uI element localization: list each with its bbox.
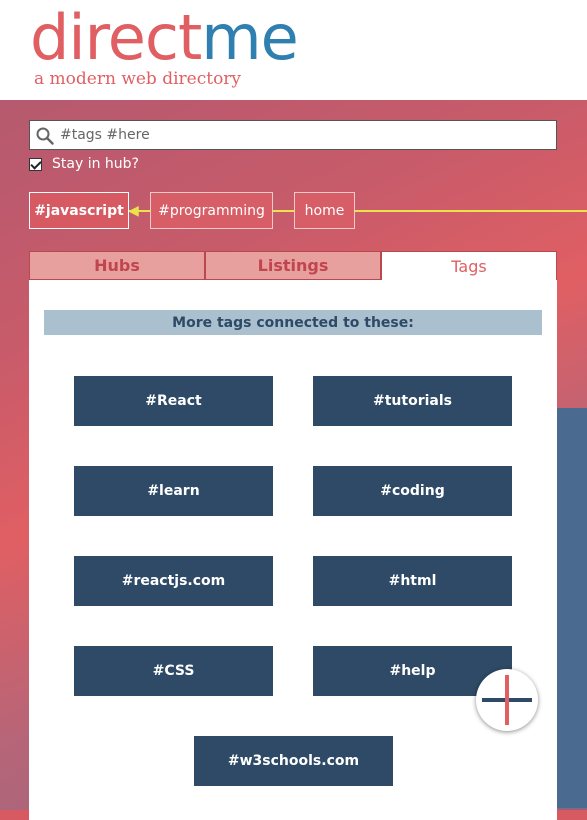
stay-in-hub[interactable]: Stay in hub? xyxy=(29,155,139,173)
logo-part1: direct xyxy=(30,1,202,74)
breadcrumb-item-home[interactable]: home xyxy=(294,192,355,229)
tag-button-reactjs[interactable]: #reactjs.com xyxy=(74,556,273,606)
search-box xyxy=(29,120,557,150)
tagline: a modern web directory xyxy=(34,69,242,89)
breadcrumb-arrow-icon: ◀ xyxy=(128,203,139,219)
tab-bar: Hubs Listings Tags xyxy=(29,251,557,280)
header: directme a modern web directory xyxy=(0,0,587,100)
tag-button-css[interactable]: #CSS xyxy=(74,646,273,696)
add-icon-vertical xyxy=(505,675,509,725)
decorative-strip xyxy=(557,408,587,808)
search-icon xyxy=(36,127,54,145)
tab-hubs[interactable]: Hubs xyxy=(29,251,205,280)
add-button[interactable] xyxy=(476,669,538,731)
stay-in-hub-label: Stay in hub? xyxy=(52,156,139,172)
logo[interactable]: directme xyxy=(30,1,299,74)
tag-button-tutorials[interactable]: #tutorials xyxy=(313,376,512,426)
logo-part2: me xyxy=(201,1,299,74)
stay-in-hub-checkbox[interactable] xyxy=(29,157,42,171)
content-panel: Hubs Listings Tags More tags connected t… xyxy=(29,251,557,820)
search-input[interactable] xyxy=(60,121,550,149)
tab-tags[interactable]: Tags xyxy=(381,251,557,280)
tag-button-w3schools[interactable]: #w3schools.com xyxy=(194,736,393,786)
tag-button-learn[interactable]: #learn xyxy=(74,466,273,516)
tag-button-html[interactable]: #html xyxy=(313,556,512,606)
tag-button-react[interactable]: #React xyxy=(74,376,273,426)
tab-listings[interactable]: Listings xyxy=(205,251,381,280)
breadcrumb-item-programming[interactable]: #programming xyxy=(150,192,273,229)
section-heading: More tags connected to these: xyxy=(44,310,542,335)
tag-button-coding[interactable]: #coding xyxy=(313,466,512,516)
breadcrumb-item-javascript[interactable]: #javascript xyxy=(29,192,129,229)
